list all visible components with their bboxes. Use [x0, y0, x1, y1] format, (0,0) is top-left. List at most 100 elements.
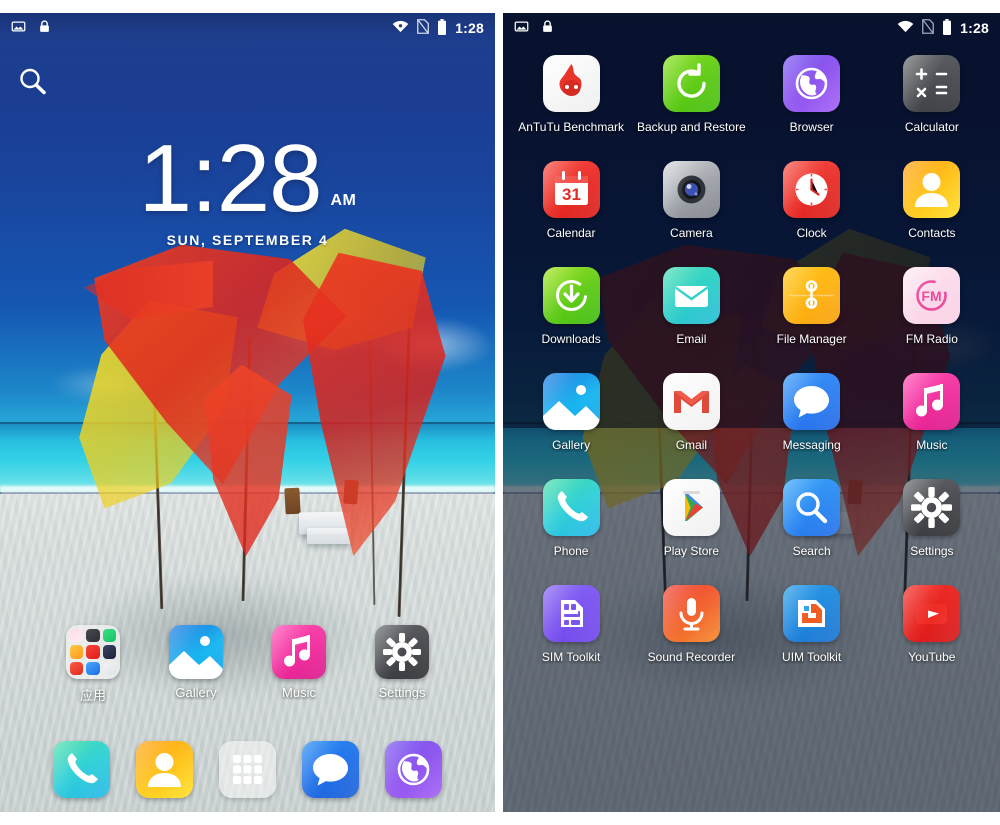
phone-icon[interactable]: [542, 479, 600, 536]
fm-radio-icon[interactable]: FM: [903, 267, 961, 324]
app-item-settings[interactable]: Settings: [872, 479, 992, 558]
email-icon[interactable]: [662, 267, 720, 324]
app-item-file-manager[interactable]: File Manager: [752, 267, 872, 346]
svg-text:31: 31: [562, 185, 581, 204]
settings-icon[interactable]: [375, 625, 429, 679]
messaging-icon[interactable]: [783, 373, 841, 430]
dock-item-browser[interactable]: [385, 741, 442, 798]
gallery-icon[interactable]: [169, 625, 223, 679]
no-sim-icon: [417, 19, 430, 37]
dock-item-all-apps[interactable]: [219, 741, 276, 798]
calculator-icon[interactable]: [903, 55, 961, 112]
app-label: Camera: [670, 226, 713, 240]
browser-icon[interactable]: [783, 55, 841, 112]
dock-item-phone[interactable]: [53, 741, 110, 798]
dock-item-messaging[interactable]: [302, 741, 359, 798]
app-item-search[interactable]: Search: [752, 479, 872, 558]
folder-icon[interactable]: [66, 625, 120, 679]
app-label: Phone: [553, 544, 589, 558]
lock-icon: [541, 19, 554, 37]
gallery-icon[interactable]: [542, 373, 600, 430]
phone-icon[interactable]: [53, 741, 110, 798]
uim-toolkit-icon[interactable]: [783, 585, 841, 642]
app-drawer-icon[interactable]: [219, 741, 276, 798]
home-item-label: Settings: [378, 685, 426, 700]
battery-icon: [942, 18, 952, 38]
music-icon[interactable]: [272, 625, 326, 679]
app-item-uim-toolkit[interactable]: UIM Toolkit: [752, 585, 872, 664]
dock-item-contacts[interactable]: [136, 741, 193, 798]
app-item-music[interactable]: Music: [872, 373, 992, 452]
app-item-fm-radio[interactable]: FM FM Radio: [872, 267, 992, 346]
app-item-email[interactable]: Email: [631, 267, 751, 346]
app-item-clock[interactable]: Clock: [752, 161, 872, 240]
screenshot-icon: [514, 19, 529, 37]
app-item-sim-toolkit[interactable]: SIM Toolkit: [511, 585, 631, 664]
sound-recorder-icon[interactable]: [662, 585, 720, 642]
app-item-messaging[interactable]: Messaging: [752, 373, 872, 452]
wifi-icon: [897, 20, 914, 36]
downloads-icon[interactable]: [542, 267, 600, 324]
app-grid: AnTuTu Benchmark Backup and Restore Brow…: [503, 55, 1000, 664]
app-drawer-screen[interactable]: 1:28 AnTuTu Benchmark Backup and Restore: [503, 13, 1000, 812]
app-item-contacts[interactable]: Contacts: [872, 161, 992, 240]
app-item-youtube[interactable]: YouTube: [872, 585, 992, 664]
app-item-antutu[interactable]: AnTuTu Benchmark: [511, 55, 631, 134]
home-item-music[interactable]: Music: [258, 625, 341, 704]
app-item-play-store[interactable]: Play Store: [631, 479, 751, 558]
app-label: UIM Toolkit: [782, 650, 842, 664]
home-app-row: 应用 Gallery Music Settings: [0, 625, 495, 704]
app-label: YouTube: [908, 650, 956, 664]
home-item-settings[interactable]: Settings: [361, 625, 444, 704]
clock-icon[interactable]: [783, 161, 841, 218]
app-item-downloads[interactable]: Downloads: [511, 267, 631, 346]
contacts-icon[interactable]: [903, 161, 961, 218]
app-label: FM Radio: [905, 332, 958, 346]
app-item-calculator[interactable]: Calculator: [872, 55, 992, 134]
play-store-icon[interactable]: [662, 479, 720, 536]
backup-restore-icon[interactable]: [662, 55, 720, 112]
app-item-backup-restore[interactable]: Backup and Restore: [631, 55, 751, 134]
clock-time: 1:28: [138, 125, 323, 232]
app-item-camera[interactable]: Camera: [631, 161, 751, 240]
lockscreen-clock: 1:28 AM SUN, SEPTEMBER 4: [0, 125, 495, 248]
app-label: Clock: [796, 226, 827, 240]
mini-icon: [102, 629, 116, 643]
app-item-gallery[interactable]: Gallery: [511, 373, 631, 452]
statusbar-time: 1:28: [455, 20, 484, 36]
file-manager-icon[interactable]: [783, 267, 841, 324]
search-icon[interactable]: [783, 479, 841, 536]
app-label: Backup and Restore: [637, 120, 746, 134]
browser-icon[interactable]: [385, 741, 442, 798]
mini-icon: [70, 661, 84, 675]
app-label: Email: [676, 332, 707, 346]
sim-toolkit-icon[interactable]: [542, 585, 600, 642]
mini-icon: [86, 661, 100, 675]
search-icon[interactable]: [16, 65, 50, 99]
mini-icon: [102, 661, 116, 675]
app-item-calendar[interactable]: 31 Calendar: [511, 161, 631, 240]
chair: [283, 488, 301, 515]
no-sim-icon: [922, 19, 935, 37]
app-item-browser[interactable]: Browser: [752, 55, 872, 134]
screenshot-canvas: 1:28 1:28 AM SUN, SEPTEMBER 4 应用 Gallery…: [0, 0, 1000, 825]
app-item-sound-recorder[interactable]: Sound Recorder: [631, 585, 751, 664]
youtube-icon[interactable]: [903, 585, 961, 642]
camera-icon[interactable]: [662, 161, 720, 218]
settings-icon[interactable]: [903, 479, 961, 536]
antutu-icon[interactable]: [542, 55, 600, 112]
home-screen[interactable]: 1:28 1:28 AM SUN, SEPTEMBER 4 应用 Gallery…: [0, 13, 495, 812]
calendar-icon[interactable]: 31: [542, 161, 600, 218]
app-item-gmail[interactable]: Gmail: [631, 373, 751, 452]
messaging-icon[interactable]: [302, 741, 359, 798]
home-item-apps-folder[interactable]: 应用: [52, 625, 135, 704]
home-item-gallery[interactable]: Gallery: [155, 625, 238, 704]
music-icon[interactable]: [903, 373, 961, 430]
gmail-icon[interactable]: [662, 373, 720, 430]
app-label: Music: [916, 438, 948, 452]
app-label: Sound Recorder: [647, 650, 736, 664]
app-label: Downloads: [541, 332, 601, 346]
contacts-icon[interactable]: [136, 741, 193, 798]
app-item-phone[interactable]: Phone: [511, 479, 631, 558]
app-label: Play Store: [663, 544, 720, 558]
